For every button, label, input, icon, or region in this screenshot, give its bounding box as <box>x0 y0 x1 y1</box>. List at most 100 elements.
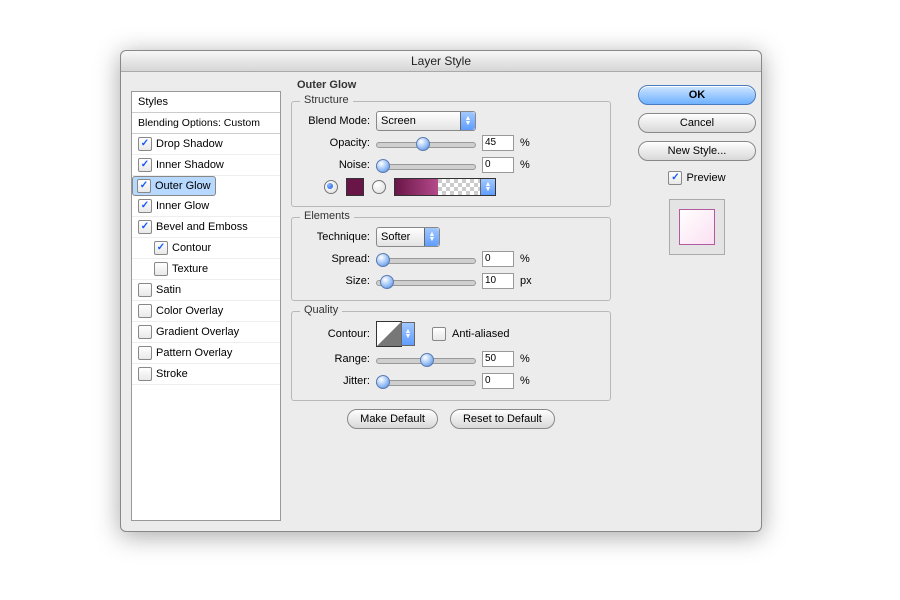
sidebar-item-drop-shadow[interactable]: Drop Shadow <box>132 134 280 155</box>
gradient-picker[interactable]: ▲▼ <box>394 178 496 196</box>
panel-title: Outer Glow <box>297 79 356 91</box>
reset-default-button[interactable]: Reset to Default <box>450 409 555 429</box>
sidebar-item-contour[interactable]: Contour <box>132 238 280 259</box>
percent-unit: % <box>520 253 534 265</box>
sidebar-item-color-overlay[interactable]: Color Overlay <box>132 301 280 322</box>
spread-label: Spread: <box>300 253 370 265</box>
blend-mode-value: Screen <box>381 115 416 127</box>
sidebar-item-inner-glow[interactable]: Inner Glow <box>132 196 280 217</box>
styles-sidebar: Styles Blending Options: Custom Drop Sha… <box>131 91 281 521</box>
chevron-updown-icon: ▲▼ <box>480 179 495 195</box>
sidebar-item-bevel-and-emboss[interactable]: Bevel and Emboss <box>132 217 280 238</box>
antialiased-checkbox[interactable] <box>432 327 446 341</box>
contour-label: Contour: <box>300 328 370 340</box>
sidebar-checkbox[interactable] <box>154 262 168 276</box>
options-panel: Outer Glow Structure Blend Mode: Screen … <box>291 79 611 521</box>
sidebar-item-satin[interactable]: Satin <box>132 280 280 301</box>
sidebar-item-texture[interactable]: Texture <box>132 259 280 280</box>
technique-select[interactable]: Softer ▲▼ <box>376 227 440 247</box>
size-slider[interactable] <box>376 274 476 288</box>
layer-style-dialog: Layer Style Styles Blending Options: Cus… <box>120 50 762 532</box>
size-label: Size: <box>300 275 370 287</box>
right-column: OK Cancel New Style... Preview <box>643 85 751 255</box>
sidebar-item-label: Gradient Overlay <box>156 322 239 342</box>
structure-group: Structure Blend Mode: Screen ▲▼ Opacity:… <box>291 101 611 207</box>
spread-slider[interactable] <box>376 252 476 266</box>
window-title: Layer Style <box>411 54 471 68</box>
size-field[interactable]: 10 <box>482 273 514 289</box>
blend-mode-label: Blend Mode: <box>300 115 370 127</box>
sidebar-item-outer-glow[interactable]: Outer Glow <box>132 176 216 196</box>
percent-unit: % <box>520 375 534 387</box>
sidebar-checkbox[interactable] <box>138 346 152 360</box>
sidebar-item-pattern-overlay[interactable]: Pattern Overlay <box>132 343 280 364</box>
px-unit: px <box>520 275 534 287</box>
quality-group: Quality Contour: ▲▼ Anti-aliased Range: … <box>291 311 611 401</box>
percent-unit: % <box>520 353 534 365</box>
blend-mode-select[interactable]: Screen ▲▼ <box>376 111 476 131</box>
noise-slider[interactable] <box>376 158 476 172</box>
sidebar-item-label: Stroke <box>156 364 188 384</box>
preview-box <box>669 199 725 255</box>
sidebar-item-label: Bevel and Emboss <box>156 217 248 237</box>
sidebar-item-label: Color Overlay <box>156 301 223 321</box>
sidebar-item-label: Drop Shadow <box>156 134 223 154</box>
range-slider[interactable] <box>376 352 476 366</box>
sidebar-checkbox[interactable] <box>137 179 151 193</box>
opacity-label: Opacity: <box>300 137 370 149</box>
sidebar-checkbox[interactable] <box>138 367 152 381</box>
range-label: Range: <box>300 353 370 365</box>
color-swatch[interactable] <box>346 178 364 196</box>
sidebar-item-label: Texture <box>172 259 208 279</box>
opacity-field[interactable]: 45 <box>482 135 514 151</box>
spread-field[interactable]: 0 <box>482 251 514 267</box>
sidebar-checkbox[interactable] <box>138 158 152 172</box>
jitter-label: Jitter: <box>300 375 370 387</box>
preview-label: Preview <box>686 172 725 184</box>
chevron-updown-icon: ▲▼ <box>460 112 475 130</box>
jitter-field[interactable]: 0 <box>482 373 514 389</box>
elements-group: Elements Technique: Softer ▲▼ Spread: 0 … <box>291 217 611 301</box>
percent-unit: % <box>520 159 534 171</box>
sidebar-checkbox[interactable] <box>154 241 168 255</box>
structure-title: Structure <box>300 94 353 106</box>
sidebar-item-gradient-overlay[interactable]: Gradient Overlay <box>132 322 280 343</box>
opacity-slider[interactable] <box>376 136 476 150</box>
sidebar-checkbox[interactable] <box>138 325 152 339</box>
noise-label: Noise: <box>300 159 370 171</box>
elements-title: Elements <box>300 210 354 222</box>
technique-value: Softer <box>381 231 410 243</box>
cancel-button[interactable]: Cancel <box>638 113 756 133</box>
sidebar-item-stroke[interactable]: Stroke <box>132 364 280 385</box>
sidebar-item-label: Satin <box>156 280 181 300</box>
antialiased-label: Anti-aliased <box>452 328 509 340</box>
percent-unit: % <box>520 137 534 149</box>
color-radio[interactable] <box>324 180 338 194</box>
new-style-button[interactable]: New Style... <box>638 141 756 161</box>
sidebar-item-label: Pattern Overlay <box>156 343 232 363</box>
make-default-button[interactable]: Make Default <box>347 409 438 429</box>
sidebar-subheader[interactable]: Blending Options: Custom <box>132 113 280 134</box>
sidebar-item-label: Outer Glow <box>155 176 211 196</box>
sidebar-header[interactable]: Styles <box>132 92 280 113</box>
ok-button[interactable]: OK <box>638 85 756 105</box>
sidebar-item-label: Inner Shadow <box>156 155 224 175</box>
sidebar-checkbox[interactable] <box>138 283 152 297</box>
preview-swatch <box>679 209 715 245</box>
range-field[interactable]: 50 <box>482 351 514 367</box>
contour-picker[interactable]: ▲▼ <box>376 321 402 347</box>
noise-field[interactable]: 0 <box>482 157 514 173</box>
technique-label: Technique: <box>300 231 370 243</box>
gradient-radio[interactable] <box>372 180 386 194</box>
sidebar-checkbox[interactable] <box>138 304 152 318</box>
sidebar-checkbox[interactable] <box>138 220 152 234</box>
preview-checkbox[interactable] <box>668 171 682 185</box>
sidebar-checkbox[interactable] <box>138 137 152 151</box>
quality-title: Quality <box>300 304 342 316</box>
sidebar-item-label: Inner Glow <box>156 196 209 216</box>
sidebar-checkbox[interactable] <box>138 199 152 213</box>
chevron-updown-icon: ▲▼ <box>424 228 439 246</box>
sidebar-item-inner-shadow[interactable]: Inner Shadow <box>132 155 280 176</box>
jitter-slider[interactable] <box>376 374 476 388</box>
title-bar: Layer Style <box>121 51 761 72</box>
